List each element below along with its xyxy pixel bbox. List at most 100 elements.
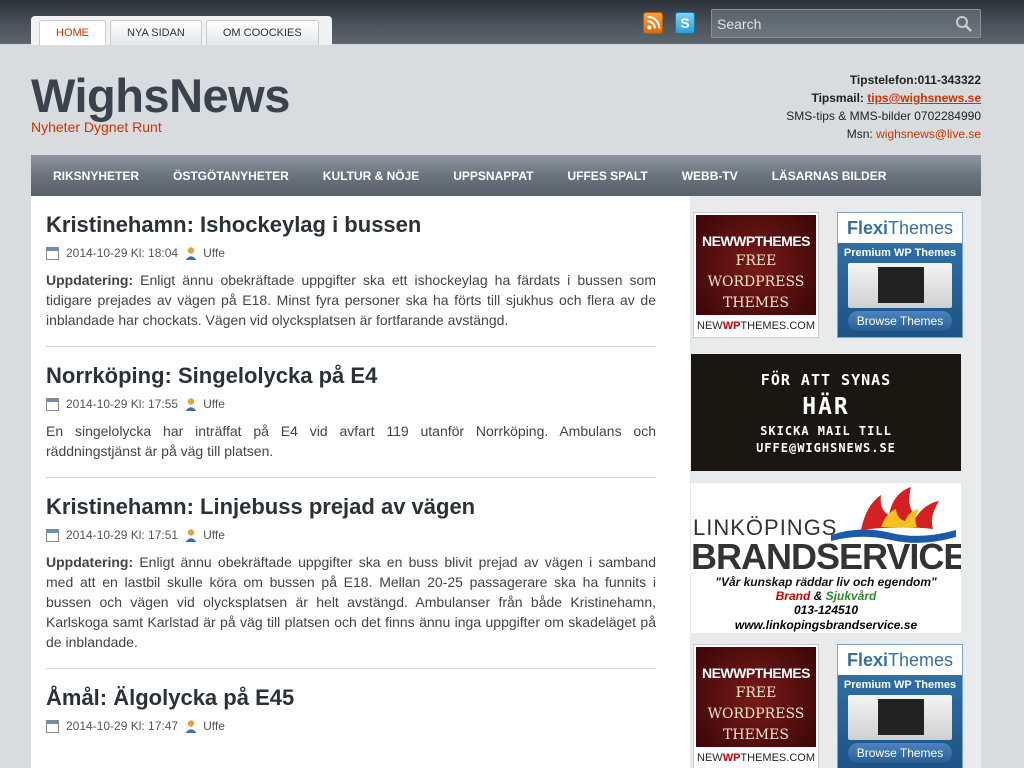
- post-author[interactable]: Uffe: [203, 719, 225, 733]
- advertise-here-ad[interactable]: FÖR ATT SYNAS HÄR SKICKA MAIL TILL UFFE@…: [691, 354, 961, 471]
- post-text: En singelolycka har inträffat på E4 vid …: [46, 423, 656, 459]
- update-label: Uppdatering:: [46, 272, 134, 288]
- ad-line: FÖR ATT SYNAS: [760, 371, 892, 389]
- ad-premium: Premium WP Themes: [843, 247, 957, 259]
- ad-premium: Premium WP Themes: [843, 679, 957, 691]
- nav-ostgotanyheter[interactable]: ÖSTGÖTANYHETER: [173, 169, 289, 183]
- brand-phone: 013-124510: [793, 603, 859, 617]
- update-label: Uppdatering:: [46, 554, 134, 570]
- post: Kristinehamn: Linjebuss prejad av vägen …: [46, 478, 656, 669]
- browse-themes-button[interactable]: Browse Themes: [848, 743, 952, 763]
- brand-name: BRANDSERVICE: [691, 536, 961, 577]
- post-date: 2014-10-29 Kl: 17:51: [66, 528, 179, 542]
- search-box: [711, 9, 981, 38]
- ad-url: NEWWPTHEMES.COM: [697, 320, 815, 332]
- nav-uffes-spalt[interactable]: UFFES SPALT: [567, 169, 647, 183]
- calendar-icon: [46, 528, 59, 542]
- post-author[interactable]: Uffe: [203, 397, 225, 411]
- brand-web: www.linkopingsbrandservice.se: [734, 618, 918, 632]
- browse-themes-button[interactable]: Browse Themes: [848, 311, 952, 331]
- post-title[interactable]: Kristinehamn: Ishockeylag i bussen: [46, 212, 656, 239]
- skype-icon[interactable]: S: [675, 12, 695, 34]
- post-meta: 2014-10-29 Kl: 17:55 Uffe: [46, 396, 656, 412]
- post-text: Enligt ännu obekräftade uppgifter ska et…: [46, 272, 656, 328]
- post-date: 2014-10-29 Kl: 17:55: [66, 397, 179, 411]
- ad-tagline: WORDPRESS: [707, 706, 805, 722]
- calendar-icon: [46, 246, 59, 260]
- newwpthemes-ad[interactable]: NEWWPTHEMES FREE WORDPRESS THEMES NEWWPT…: [693, 644, 819, 768]
- ad-tagline: WORDPRESS: [707, 274, 805, 290]
- flexithemes-logo: FlexiThemes: [846, 218, 954, 238]
- post-list: Kristinehamn: Ishockeylag i bussen 2014-…: [46, 196, 656, 734]
- post: Norrköping: Singelolycka på E4 2014-10-2…: [46, 347, 656, 478]
- search-input[interactable]: [712, 10, 947, 37]
- content-area: Kristinehamn: Ishockeylag i bussen 2014-…: [31, 196, 981, 768]
- site-tagline: Nyheter Dygnet Runt: [31, 119, 162, 135]
- post-author[interactable]: Uffe: [203, 528, 225, 542]
- post-excerpt: Uppdatering: Enligt ännu obekräftade upp…: [46, 270, 656, 346]
- user-icon: [185, 720, 197, 733]
- brand-services: Brand & Sjukvård: [775, 589, 877, 603]
- theme-screenshots: [848, 695, 952, 740]
- post-meta: 2014-10-29 Kl: 17:51 Uffe: [46, 527, 656, 543]
- nav-uppsnappat[interactable]: UPPSNAPPAT: [453, 169, 533, 183]
- post-title[interactable]: Åmål: Älgolycka på E45: [46, 685, 656, 712]
- contact-info: Tipstelefon:011-343322 Tipsmail: tips@wi…: [786, 71, 981, 143]
- ad-line: UFFE@WIGHSNEWS.SE: [756, 441, 896, 455]
- msn-link[interactable]: wighsnews@live.se: [876, 127, 981, 141]
- rss-icon[interactable]: [643, 12, 663, 34]
- ad-tagline: THEMES: [723, 295, 789, 311]
- search-icon[interactable]: [955, 15, 973, 33]
- tab-home[interactable]: HOME: [39, 20, 106, 45]
- ad-line: HÄR: [802, 394, 850, 420]
- post-date: 2014-10-29 Kl: 18:04: [66, 246, 179, 260]
- flexithemes-ad[interactable]: FlexiThemes Premium WP Themes Browse The…: [837, 644, 963, 768]
- nav-riksnyheter[interactable]: RIKSNYHETER: [53, 169, 139, 183]
- ad-line: SKICKA MAIL TILL: [760, 424, 892, 438]
- theme-screenshots: [848, 263, 952, 308]
- tip-mail-label: Tipsmail:: [811, 91, 864, 105]
- main-nav: RIKSNYHETER ÖSTGÖTANYHETER KULTUR & NÖJE…: [31, 155, 981, 196]
- ad-tagline: FREE: [735, 253, 777, 269]
- top-tabs: HOME NYA SIDAN OM COOCKIES: [31, 16, 332, 45]
- tab-om-coockies[interactable]: OM COOCKIES: [205, 20, 319, 45]
- ad-url: NEWWPTHEMES.COM: [697, 752, 815, 764]
- sidebar: NEWWPTHEMES FREE WORDPRESS THEMES NEWWPT…: [690, 196, 981, 768]
- user-icon: [185, 398, 197, 411]
- post-date: 2014-10-29 Kl: 17:47: [66, 719, 179, 733]
- post-text: Enligt ännu obekräftade uppgifter ska en…: [46, 554, 656, 650]
- nav-kultur-noje[interactable]: KULTUR & NÖJE: [323, 169, 419, 183]
- ad-row: NEWWPTHEMES FREE WORDPRESS THEMES NEWWPT…: [693, 212, 963, 338]
- flexithemes-logo: FlexiThemes: [846, 650, 954, 670]
- sms-tips: SMS-tips & MMS-bilder 0702284990: [786, 109, 981, 123]
- user-icon: [185, 529, 197, 542]
- site-title[interactable]: WighsNews: [31, 68, 290, 123]
- newwpthemes-logo: NEWWPTHEMES: [701, 665, 811, 681]
- post-meta: 2014-10-29 Kl: 17:47 Uffe: [46, 718, 656, 734]
- post-author[interactable]: Uffe: [203, 246, 225, 260]
- msn-label: Msn:: [846, 127, 873, 141]
- tip-mail-link[interactable]: tips@wighsnews.se: [867, 91, 981, 105]
- ad-row: NEWWPTHEMES FREE WORDPRESS THEMES NEWWPT…: [693, 644, 963, 768]
- newwpthemes-ad[interactable]: NEWWPTHEMES FREE WORDPRESS THEMES NEWWPT…: [693, 212, 819, 338]
- post-meta: 2014-10-29 Kl: 18:04 Uffe: [46, 245, 656, 261]
- post-title[interactable]: Norrköping: Singelolycka på E4: [46, 363, 656, 390]
- post-excerpt: En singelolycka har inträffat på E4 vid …: [46, 421, 656, 477]
- nav-webb-tv[interactable]: WEBB-TV: [682, 169, 738, 183]
- brand-slogan: "Vår kunskap räddar liv och egendom": [715, 575, 937, 589]
- brandservice-ad[interactable]: LINKÖPINGS BRANDSERVICE "Vår kunskap räd…: [691, 483, 961, 633]
- ad-tagline: THEMES: [723, 727, 789, 743]
- nav-lasarnas-bilder[interactable]: LÄSARNAS BILDER: [772, 169, 887, 183]
- post-excerpt: Uppdatering: Enligt ännu obekräftade upp…: [46, 552, 656, 668]
- post-title[interactable]: Kristinehamn: Linjebuss prejad av vägen: [46, 494, 656, 521]
- tab-nya-sidan[interactable]: NYA SIDAN: [110, 20, 202, 45]
- user-icon: [185, 247, 197, 260]
- tip-phone: Tipstelefon:011-343322: [849, 73, 981, 87]
- newwpthemes-logo: NEWWPTHEMES: [701, 233, 811, 249]
- calendar-icon: [46, 719, 59, 733]
- calendar-icon: [46, 397, 59, 411]
- post: Åmål: Älgolycka på E45 2014-10-29 Kl: 17…: [46, 669, 656, 734]
- post: Kristinehamn: Ishockeylag i bussen 2014-…: [46, 196, 656, 347]
- flexithemes-ad[interactable]: FlexiThemes Premium WP Themes Browse The…: [837, 212, 963, 338]
- ad-tagline: FREE: [735, 685, 777, 701]
